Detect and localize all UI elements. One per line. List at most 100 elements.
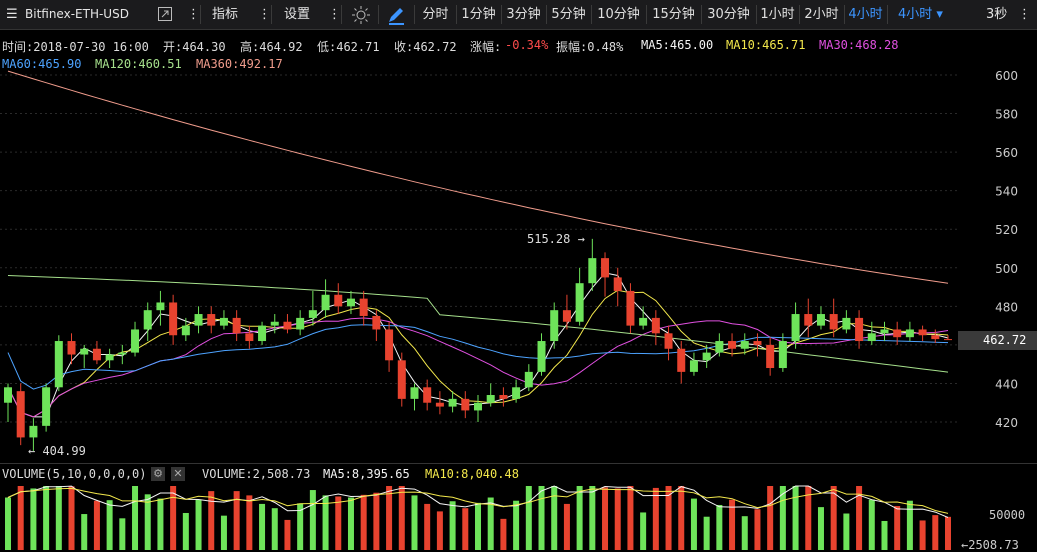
volume-bar [335,496,342,550]
candle-body [613,277,622,291]
candle-body [918,329,927,336]
ma60-line [7,324,949,390]
candle-body [880,329,889,334]
volume-bar [754,509,761,550]
current-price-value: 462.72 [983,333,1027,347]
volume-bar [919,520,926,550]
volume-bar [678,486,685,550]
candle-body [397,360,406,399]
candle-body [296,317,305,330]
volume-bar [817,507,824,550]
candle-body [753,341,762,345]
volume-bar [589,486,596,550]
candle-body [143,310,152,330]
volume-chart[interactable] [0,464,1037,552]
volume-bar [106,500,113,550]
price-tick: 580 [995,108,1018,122]
volume-bar [170,486,177,550]
candle-body [639,317,648,326]
volume-bar [830,486,837,550]
candle-body [499,395,508,399]
candle-body [664,333,673,349]
candle-body [232,317,241,334]
candle-body [778,341,787,369]
candle-body [728,341,737,349]
price-chart[interactable]: 600580560540520500480460440420 [0,0,1037,462]
candle-body [715,341,724,353]
candle-body [283,321,292,330]
candle-body [601,258,610,278]
candle-body [804,314,813,326]
candle-body [334,294,343,307]
candle-body [131,329,140,353]
volume-bar [652,487,659,550]
candle-body [905,329,914,338]
volume-bar [894,506,901,550]
volume-bar [68,486,75,550]
volume-bar [703,516,710,550]
candle-body [207,314,216,326]
volume-bar [411,495,418,550]
volume-bar [259,503,266,550]
volume-bar [500,518,507,550]
volume-bar [424,503,431,550]
ma360-line [7,70,949,284]
candle-body [944,339,952,341]
candle-body [550,310,559,342]
candle-body [766,344,775,369]
price-tick: 440 [995,377,1018,391]
candle-body [461,398,470,411]
candle-body [689,360,698,372]
candle-body [118,352,127,355]
price-tick: 560 [995,146,1018,160]
price-tick: 540 [995,185,1018,199]
volume-bar [843,513,850,550]
candle-body [54,341,63,388]
volume-bar [436,511,443,550]
volume-bar [347,497,354,550]
candle-body [588,258,597,284]
candle-body [42,387,51,426]
volume-bar [640,512,647,550]
volume-bar [30,488,37,550]
volume-bar [741,516,748,550]
candle-body [512,387,521,399]
volume-bar [945,516,951,550]
candle-body [740,341,749,349]
volume-bar [462,508,469,550]
candle-body [562,310,571,322]
volume-bar [246,495,253,550]
volume-bar [157,498,164,550]
volume-bar [43,486,50,550]
volume-bar [93,500,100,550]
candle-body [194,314,203,326]
volume-bar [284,519,291,550]
volume-bar [195,499,202,550]
price-tick: 520 [995,223,1018,237]
volume-bar [449,501,456,550]
volume-bar [525,486,532,550]
candle-body [423,387,432,403]
candle-body [893,329,902,338]
volume-bar [55,486,62,550]
volume-bar [132,486,139,550]
volume-bar [538,486,545,550]
candle-body [169,302,178,336]
volume-bar [208,491,215,550]
candle-body [245,333,254,342]
candle-body [105,354,114,361]
candle-body [181,325,190,336]
candle-body [4,387,12,403]
candle-body [448,398,457,407]
volume-bar [513,500,520,550]
candle-body [67,341,76,355]
max-price-label: 515.28 → [527,232,585,246]
candle-body [270,321,279,326]
price-tick: 500 [995,262,1018,276]
candle-body [486,395,495,403]
volume-bar [881,520,888,550]
candle-body [29,425,38,438]
volume-bar [475,502,481,550]
price-tick: 600 [995,69,1018,83]
candle-body [867,333,876,342]
